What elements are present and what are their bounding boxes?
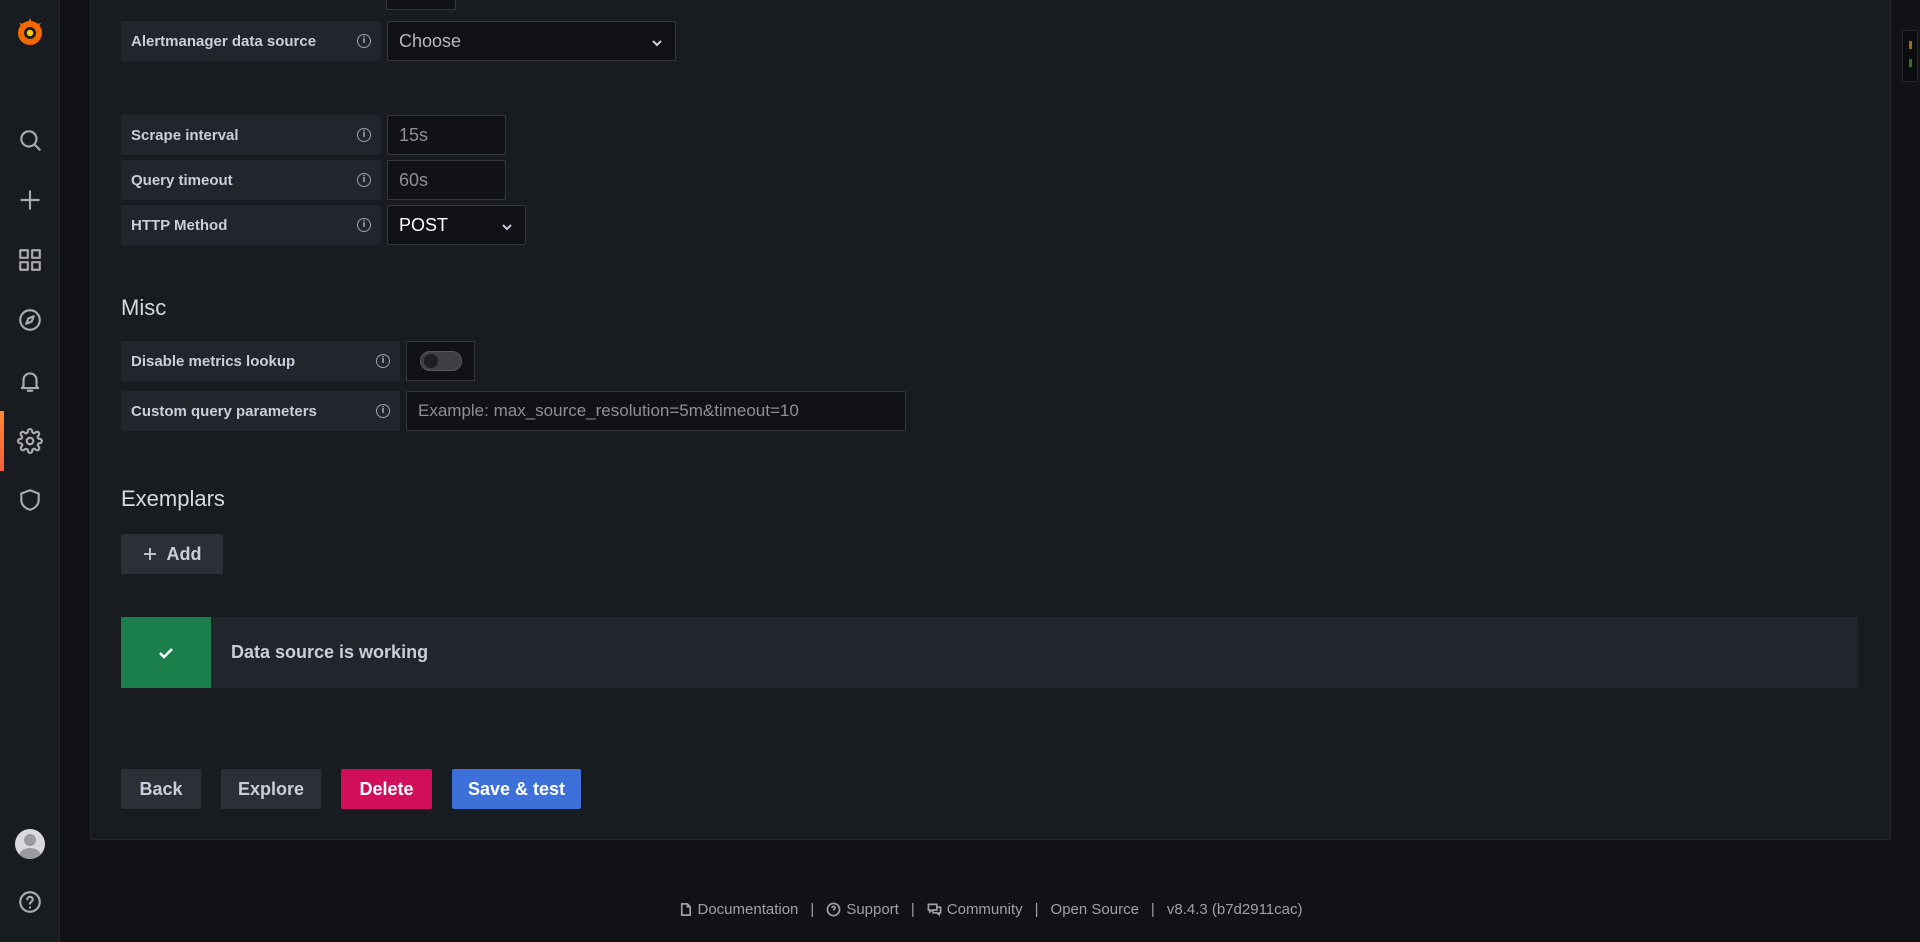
dashboards-icon <box>19 249 41 271</box>
create-nav[interactable] <box>0 176 60 224</box>
http-method-label-text: HTTP Method <box>131 216 228 234</box>
chevron-down-icon <box>650 34 664 48</box>
checkmark-icon <box>159 647 173 659</box>
footer-version-text: v8.4.3 (b7d2911cac) <box>1166 901 1303 918</box>
compass-icon <box>19 309 41 331</box>
footer-community-link[interactable]: Community <box>927 901 1023 918</box>
avatar[interactable] <box>15 829 45 859</box>
query-timeout-input[interactable]: 60s <box>387 160 506 200</box>
info-icon[interactable]: i <box>376 404 390 418</box>
add-exemplar-button[interactable]: Add <box>121 534 223 574</box>
plus-icon <box>143 548 156 560</box>
exemplars-section-title: Exemplars <box>121 486 225 511</box>
chevron-down-icon <box>500 218 514 232</box>
footer-separator: | <box>1150 901 1155 918</box>
add-exemplar-label: Add <box>166 543 202 564</box>
scrape-interval-label: Scrape interval i <box>121 115 381 155</box>
footer-documentation-link[interactable]: Documentation <box>678 901 799 918</box>
alerting-nav[interactable] <box>0 357 60 405</box>
delete-button[interactable]: Delete <box>341 769 432 809</box>
search-nav[interactable] <box>0 116 60 164</box>
disable-metrics-toggle-box <box>406 341 475 381</box>
footer-separator: | <box>1034 901 1039 918</box>
misc-section-title: Misc <box>121 295 167 320</box>
explore-nav[interactable] <box>0 296 60 344</box>
scrape-interval-label-text: Scrape interval <box>131 126 239 144</box>
http-method-select-value: POST <box>399 214 449 235</box>
http-method-label: HTTP Method i <box>121 205 381 245</box>
minimap-indicator <box>1902 30 1918 82</box>
plus-icon <box>20 190 40 210</box>
scrape-interval-input[interactable]: 15s <box>387 115 506 155</box>
custom-query-label: Custom query parameters i <box>121 391 400 431</box>
save-test-button[interactable]: Save & test <box>452 769 581 809</box>
disable-metrics-label: Disable metrics lookup i <box>121 341 400 381</box>
server-admin-nav[interactable] <box>0 476 60 524</box>
query-timeout-label-text: Query timeout <box>131 171 233 189</box>
query-timeout-label: Query timeout i <box>121 160 381 200</box>
alertmanager-label: Alertmanager data source i <box>121 21 381 61</box>
alert-icon-box <box>121 617 211 688</box>
search-icon <box>20 130 41 151</box>
gear-icon <box>17 428 43 454</box>
truncated-input[interactable] <box>386 0 456 10</box>
custom-query-input[interactable]: Example: max_source_resolution=5m&timeou… <box>406 391 906 431</box>
footer-documentation-text: Documentation <box>697 901 799 918</box>
alertmanager-label-text: Alertmanager data source <box>131 32 317 50</box>
configuration-nav[interactable] <box>0 411 60 471</box>
grafana-logo-icon <box>18 18 42 45</box>
alertmanager-row: Alertmanager data source i Choose <box>121 21 676 61</box>
document-icon <box>680 903 691 916</box>
info-icon[interactable]: i <box>376 354 390 368</box>
disable-metrics-toggle[interactable] <box>419 351 462 371</box>
success-alert: Data source is working <box>121 617 1858 688</box>
footer-open-source-link[interactable]: Open Source <box>1051 901 1139 918</box>
sidebar <box>0 0 60 942</box>
alertmanager-select-value: Choose <box>399 30 462 51</box>
footer-version: v8.4.3 (b7d2911cac) <box>1167 901 1303 918</box>
info-icon[interactable]: i <box>357 218 371 232</box>
query-timeout-row: Query timeout i 60s <box>121 160 506 200</box>
info-icon[interactable]: i <box>357 128 371 142</box>
footer: Documentation | Support | Community | Op… <box>0 901 1920 918</box>
footer-support-text: Support <box>846 901 899 918</box>
footer-community-text: Community <box>946 901 1023 918</box>
custom-query-placeholder: Example: max_source_resolution=5m&timeou… <box>418 401 799 420</box>
alert-text: Data source is working <box>231 642 429 662</box>
footer-separator: | <box>810 901 815 918</box>
question-circle-icon <box>826 902 841 917</box>
info-icon[interactable]: i <box>357 173 371 187</box>
http-method-row: HTTP Method i POST <box>121 205 526 245</box>
scrape-interval-row: Scrape interval i 15s <box>121 115 506 155</box>
disable-metrics-row: Disable metrics lookup i <box>121 341 475 381</box>
alertmanager-select[interactable]: Choose <box>387 21 676 61</box>
dashboards-nav[interactable] <box>0 236 60 284</box>
scrape-interval-placeholder: 15s <box>399 124 429 145</box>
http-method-select[interactable]: POST <box>387 205 526 245</box>
footer-support-link[interactable]: Support <box>826 901 899 918</box>
custom-query-row: Custom query parameters i Example: max_s… <box>121 391 906 431</box>
shield-icon <box>20 489 40 511</box>
custom-query-label-text: Custom query parameters <box>131 402 317 420</box>
footer-open-source-text: Open Source <box>1050 901 1139 918</box>
info-icon[interactable]: i <box>357 34 371 48</box>
grafana-logo[interactable] <box>0 8 60 56</box>
explore-button[interactable]: Explore <box>221 769 321 809</box>
query-timeout-placeholder: 60s <box>399 169 429 190</box>
comments-icon <box>927 903 942 917</box>
bell-icon <box>20 372 40 392</box>
disable-metrics-label-text: Disable metrics lookup <box>131 352 296 370</box>
back-button[interactable]: Back <box>121 769 201 809</box>
footer-separator: | <box>910 901 915 918</box>
